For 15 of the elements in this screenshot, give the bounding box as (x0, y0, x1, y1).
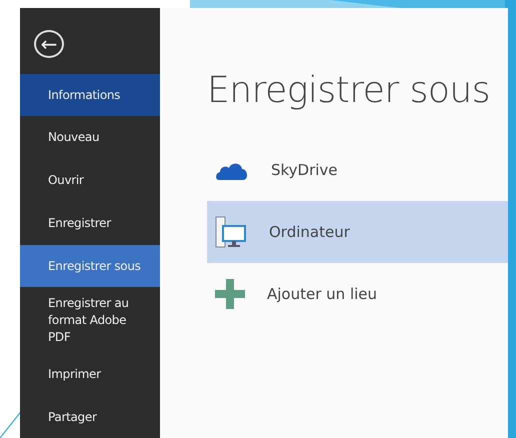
sidebar-item[interactable]: Nouveau (20, 116, 160, 159)
sidebar-item[interactable]: Enregistrer (20, 202, 160, 245)
location-item[interactable]: Ordinateur (207, 201, 508, 263)
computer-icon (215, 215, 247, 249)
back-button[interactable]: ← (34, 30, 64, 58)
plus-icon (215, 279, 245, 309)
sidebar-item[interactable]: Informations (20, 74, 160, 116)
sidebar-item[interactable]: Imprimer (20, 353, 160, 396)
sidebar-item[interactable]: Ouvrir (20, 159, 160, 202)
sidebar-item[interactable]: Enregistrer sous (20, 245, 160, 287)
sidebar-item[interactable]: Partager (20, 396, 160, 438)
sidebar-item[interactable]: Enregistrer au format Adobe PDF (20, 287, 160, 353)
page-title: Enregistrer sous (207, 70, 490, 111)
location-item[interactable]: Ajouter un lieu (207, 263, 508, 325)
location-item[interactable]: SkyDrive (207, 139, 508, 201)
